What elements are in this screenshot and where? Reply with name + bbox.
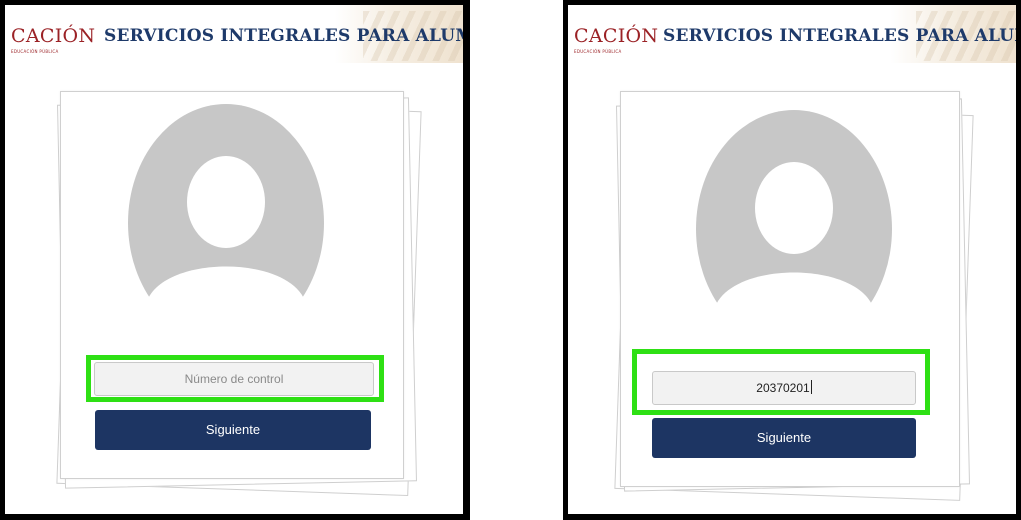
- brand-logo-text: CACIÓN: [11, 25, 96, 47]
- login-card: 20370201 Siguiente: [620, 91, 960, 487]
- text-caret: [810, 380, 812, 394]
- control-number-input[interactable]: 20370201: [652, 371, 916, 405]
- right-screenshot-panel: CACIÓN EDUCACIÓN PÚBLICA SERVICIOS INTEG…: [563, 0, 1021, 520]
- control-number-placeholder: Número de control: [184, 372, 284, 386]
- page-title: SERVICIOS INTEGRALES PARA ALUMNOS: [104, 26, 463, 46]
- control-number-value: 20370201: [756, 381, 810, 395]
- control-number-input[interactable]: Número de control: [94, 362, 374, 396]
- user-silhouette-icon: [128, 104, 324, 342]
- login-card: Número de control Siguiente: [60, 91, 404, 479]
- header-banner: CACIÓN EDUCACIÓN PÚBLICA SERVICIOS INTEG…: [568, 5, 1016, 63]
- header-banner: CACIÓN EDUCACIÓN PÚBLICA SERVICIOS INTEG…: [5, 5, 463, 63]
- brand-logo-text: CACIÓN: [574, 25, 659, 47]
- page-title: SERVICIOS INTEGRALES PARA ALUMNOS: [663, 26, 1016, 46]
- brand-logo-subtext: EDUCACIÓN PÚBLICA: [11, 49, 59, 54]
- user-silhouette-icon: [696, 110, 892, 348]
- left-screenshot-panel: CACIÓN EDUCACIÓN PÚBLICA SERVICIOS INTEG…: [0, 0, 470, 520]
- next-button[interactable]: Siguiente: [652, 418, 916, 458]
- next-button[interactable]: Siguiente: [95, 410, 371, 450]
- brand-logo-subtext: EDUCACIÓN PÚBLICA: [574, 49, 622, 54]
